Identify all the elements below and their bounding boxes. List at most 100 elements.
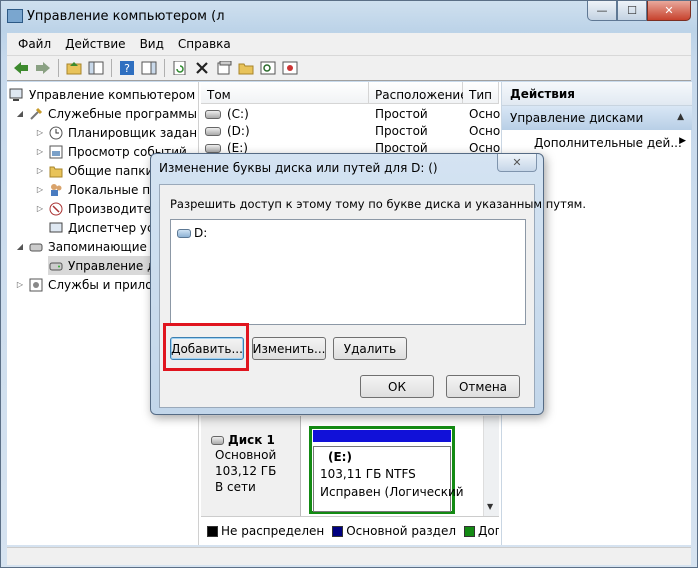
caption-buttons: — ☐ ✕: [587, 1, 691, 21]
ok-button[interactable]: ОК: [360, 375, 434, 398]
users-icon: [48, 183, 64, 197]
tree-item-task-scheduler[interactable]: ▷ Планировщик заданий: [35, 123, 199, 142]
event-viewer-icon: [48, 145, 64, 159]
drive-icon: [177, 228, 191, 238]
properties-icon[interactable]: [214, 58, 234, 78]
legend-label: Основной раздел: [346, 524, 457, 538]
collapse-arrow-icon[interactable]: ◢: [15, 242, 25, 251]
legend-label: Дополни: [478, 524, 499, 538]
disk-status: В сети: [215, 480, 256, 494]
refresh-icon[interactable]: [170, 58, 190, 78]
actions-section-disk-management[interactable]: Управление дисками ▲: [502, 106, 692, 130]
change-drive-letter-dialog: Изменение буквы диска или путей для D: (…: [150, 153, 586, 415]
logical-partition[interactable]: (E:) 103,11 ГБ NTFS Исправен (Логический: [313, 446, 464, 512]
swatch-extended: [464, 526, 476, 537]
actions-header: Действия: [502, 82, 692, 106]
delete-icon[interactable]: [192, 58, 212, 78]
performance-icon: [48, 202, 64, 216]
tree-item-performance[interactable]: ▷ Производител: [35, 199, 159, 218]
search-icon[interactable]: [258, 58, 278, 78]
forward-icon[interactable]: [33, 58, 53, 78]
column-header-layout[interactable]: Расположение: [369, 82, 468, 104]
tree-item-label: Управление компьютером (л: [29, 87, 199, 102]
dialog-close-button[interactable]: ✕: [497, 154, 537, 172]
tree-item-label: Службы и прилож: [48, 277, 164, 292]
help-icon[interactable]: ?: [117, 58, 137, 78]
expand-arrow-icon[interactable]: ▷: [35, 128, 45, 137]
expand-arrow-icon[interactable]: ▷: [35, 185, 45, 194]
tree-item-label: Запоминающие ус: [48, 239, 165, 254]
volume-row[interactable]: (D:): [205, 124, 250, 141]
drive-path-list[interactable]: D:: [170, 219, 526, 325]
maximize-button[interactable]: ☐: [617, 1, 647, 21]
clock-icon: [48, 126, 64, 140]
device-manager-icon: [48, 221, 64, 235]
volume-type: Осно: [469, 124, 501, 138]
tree-item-storage[interactable]: ◢ Запоминающие ус: [15, 237, 164, 256]
volume-layout: Простой: [375, 107, 428, 121]
tree-item-label: Управление ди: [68, 258, 164, 273]
tree-item-shared-folders[interactable]: ▷ Общие папки: [35, 161, 153, 180]
drive-icon: [205, 110, 221, 119]
column-header-volume[interactable]: Том: [201, 82, 369, 104]
menu-file[interactable]: Файл: [11, 37, 58, 51]
drive-path-item[interactable]: D:: [177, 226, 207, 240]
expand-arrow-icon[interactable]: ▷: [35, 166, 45, 175]
cancel-button[interactable]: Отмена: [446, 375, 520, 398]
highlight-box: [163, 323, 249, 371]
settings-icon[interactable]: [280, 58, 300, 78]
menu-help[interactable]: Справка: [171, 37, 238, 51]
open-icon[interactable]: [236, 58, 256, 78]
menu-action[interactable]: Действие: [58, 37, 132, 51]
back-icon[interactable]: [11, 58, 31, 78]
title-bar[interactable]: Управление компьютером (л — ☐ ✕: [1, 1, 697, 31]
collapse-arrow-icon[interactable]: ◢: [15, 109, 25, 118]
disk-management-icon: [48, 259, 64, 273]
tree-item-services[interactable]: ▷ Службы и прилож: [15, 275, 163, 294]
disk-size: 103,12 ГБ: [215, 464, 277, 478]
swatch-unallocated: [207, 526, 218, 537]
tree-item-computer-management[interactable]: Управление компьютером (л: [9, 85, 199, 104]
volume-layout: Простой: [375, 124, 428, 138]
legend-bar: Не распределен Основной раздел Дополни: [201, 516, 499, 545]
toolbar: ?: [7, 55, 691, 81]
close-button[interactable]: ✕: [647, 1, 691, 21]
computer-management-icon: [7, 9, 23, 23]
change-button[interactable]: Изменить...: [252, 337, 326, 360]
show-tree-icon[interactable]: [86, 58, 106, 78]
submenu-arrow-icon: ▶: [679, 136, 686, 146]
dialog-prompt: Разрешить доступ к этому тому по букве д…: [170, 197, 587, 211]
collapse-up-icon[interactable]: ▲: [677, 112, 684, 122]
actions-section-label: Управление дисками: [510, 111, 644, 125]
disk-info-panel[interactable]: Диск 1 Основной 103,12 ГБ В сети: [201, 416, 301, 516]
window-title: Управление компьютером (л: [27, 9, 225, 24]
legend-primary: Основной раздел: [332, 524, 456, 538]
tree-item-local-users[interactable]: ▷ Локальные пол: [35, 180, 165, 199]
menu-view[interactable]: Вид: [133, 37, 171, 51]
toolbar-separator: [58, 59, 59, 77]
expand-arrow-icon[interactable]: ▷: [35, 204, 45, 213]
volume-type: Осно: [469, 107, 501, 121]
actions-more[interactable]: Дополнительные дей... ▶: [502, 130, 692, 154]
expand-arrow-icon[interactable]: ▷: [35, 147, 45, 156]
toolbar-separator: [111, 59, 112, 77]
tree-item-system-tools[interactable]: ◢ Служебные программы: [15, 104, 197, 123]
extended-partition[interactable]: (E:) 103,11 ГБ NTFS Исправен (Логический: [309, 426, 464, 514]
swatch-primary: [332, 526, 344, 537]
volume-name: (D:): [227, 124, 250, 138]
expand-arrow-icon[interactable]: ▷: [15, 280, 25, 289]
remove-button[interactable]: Удалить: [333, 337, 407, 360]
status-bar: [7, 547, 691, 565]
column-header-type[interactable]: Тип: [463, 82, 499, 104]
volume-row[interactable]: (C:): [205, 107, 249, 124]
scroll-down-icon[interactable]: ▼: [487, 502, 493, 511]
vertical-scrollbar[interactable]: ▼: [483, 416, 499, 516]
drive-path-label: D:: [194, 226, 208, 240]
tree-item-label: Производител: [68, 201, 159, 216]
tree-item-disk-management[interactable]: Управление ди: [48, 256, 164, 275]
up-folder-icon[interactable]: [64, 58, 84, 78]
properties-pane-icon[interactable]: [139, 58, 159, 78]
disk-kind: Основной: [215, 448, 277, 462]
minimize-button[interactable]: —: [587, 1, 617, 21]
tree-item-label: Планировщик заданий: [68, 125, 199, 140]
